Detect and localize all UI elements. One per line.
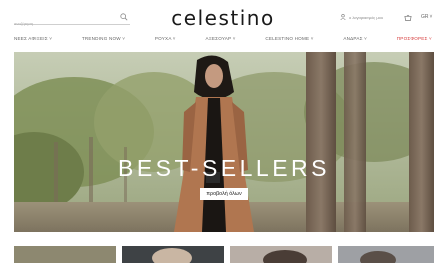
shopping-bag-icon[interactable] [404, 14, 412, 21]
category-tile[interactable] [338, 246, 434, 268]
language-selector[interactable]: GR ˅ [421, 14, 432, 20]
main-nav: ΝΕΕΣ ΑΦΙΞΕΙΣ ˅ TRENDING NOW ˅ ΡΟΥΧΑ ˅ ΑΞ… [14, 33, 432, 43]
tile-image [230, 246, 332, 268]
category-tile[interactable] [122, 246, 224, 268]
account-link[interactable]: ο λογαριασμός μου [340, 14, 383, 20]
nav-item-offers[interactable]: ΠΡΟΣΦΟΡΕΣ ˅ [397, 36, 432, 41]
language-label: GR [421, 14, 429, 20]
hero-banner[interactable]: BEST-SELLERS προβολή όλων [14, 52, 434, 232]
nav-item-men[interactable]: ΑΝΔΡΑΣ ˅ [343, 36, 367, 41]
chevron-down-icon: ˅ [429, 14, 433, 20]
nav-item-clothing[interactable]: ΡΟΥΧΑ ˅ [155, 36, 176, 41]
category-tile[interactable] [230, 246, 332, 268]
hero-title: BEST-SELLERS [117, 155, 331, 181]
tile-image [122, 246, 224, 268]
view-all-button[interactable]: προβολή όλων [200, 188, 248, 200]
tile-image [338, 246, 434, 268]
nav-item-accessories[interactable]: ΑΞΕΣΟΥΑΡ ˅ [205, 36, 235, 41]
hero-image [14, 52, 434, 232]
user-icon [340, 14, 346, 20]
account-label: ο λογαριασμός μου [349, 14, 384, 20]
category-tiles [14, 246, 434, 268]
category-tile[interactable] [14, 246, 116, 263]
nav-item-trending-now[interactable]: TRENDING NOW ˅ [82, 36, 125, 41]
nav-item-celestino-home[interactable]: CELESTINO HOME ˅ [265, 36, 313, 41]
nav-item-new-arrivals[interactable]: ΝΕΕΣ ΑΦΙΞΕΙΣ ˅ [14, 36, 52, 41]
